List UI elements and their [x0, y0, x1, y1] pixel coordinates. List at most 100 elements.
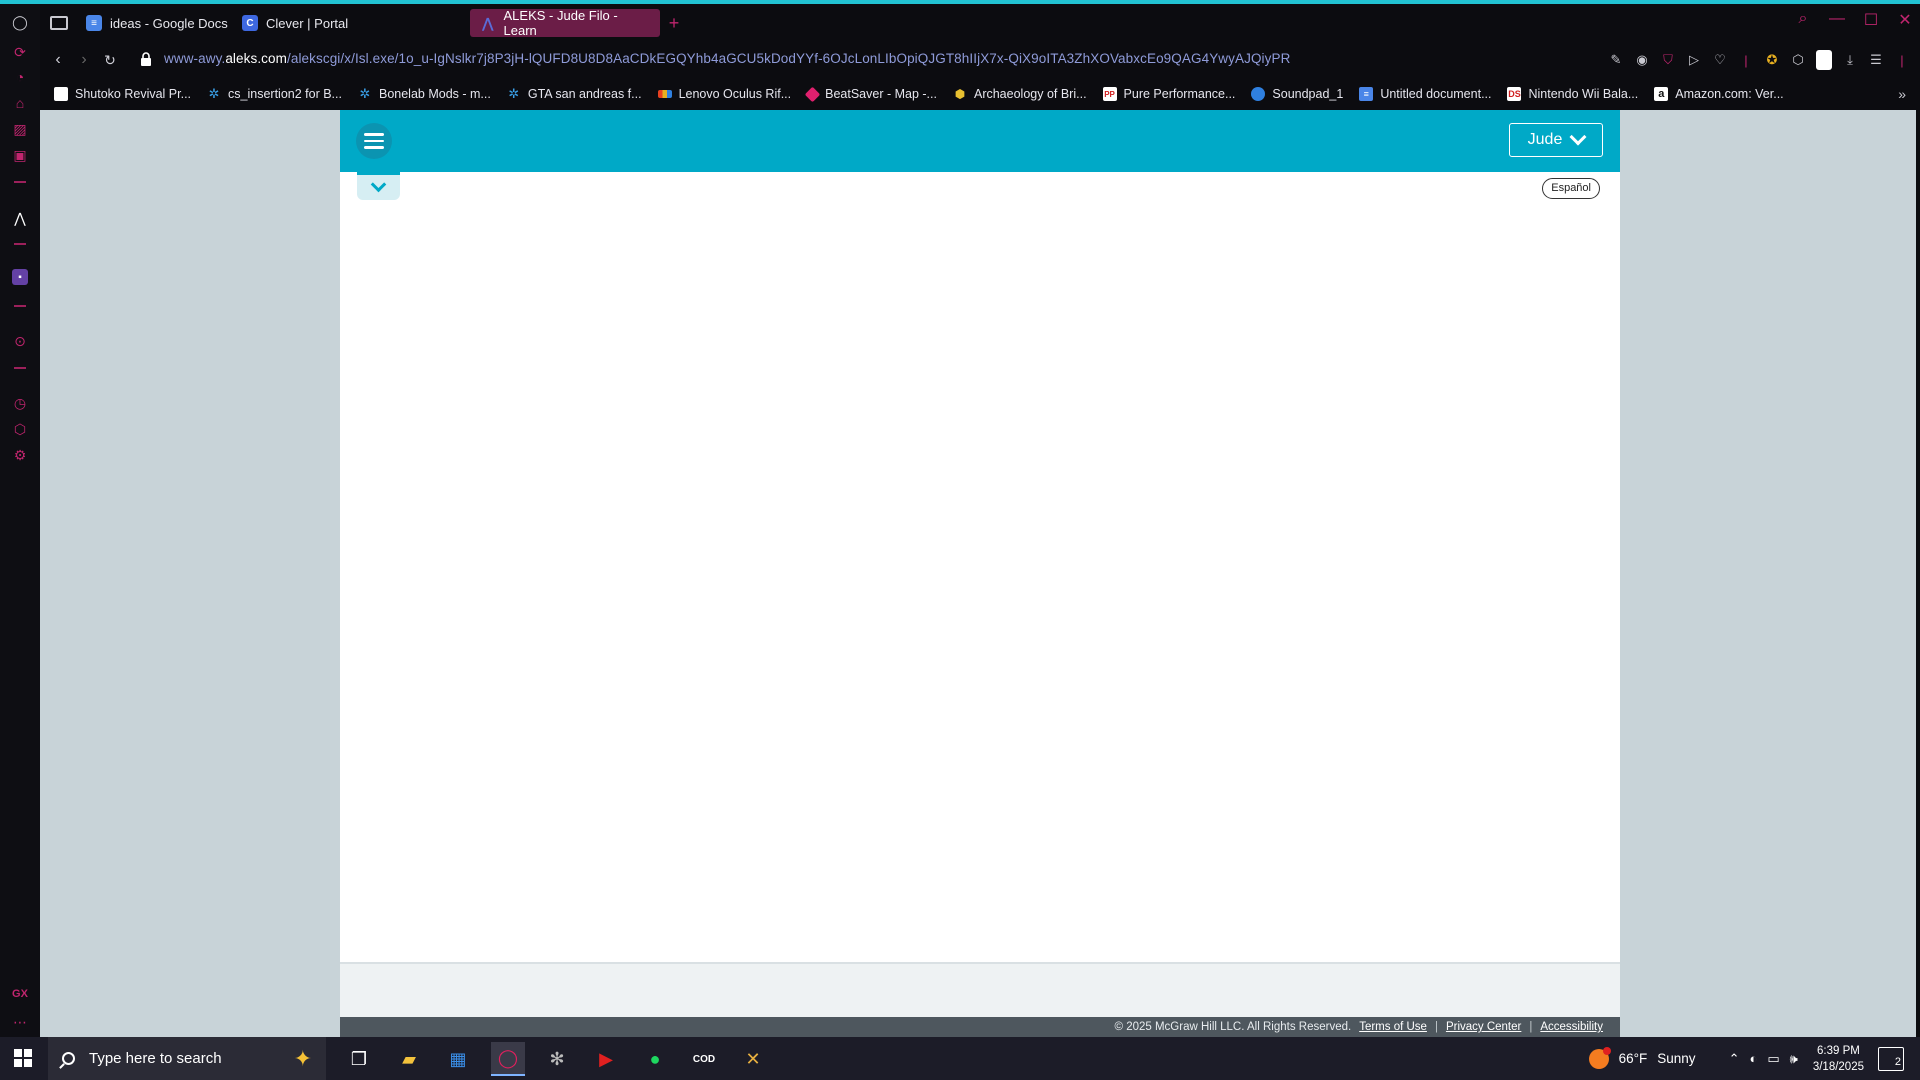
news-icon[interactable]: ▨ [10, 119, 30, 139]
twitch-icon[interactable]: ▪ [12, 269, 28, 285]
divider-icon: | [1744, 52, 1748, 68]
settings-gear-icon[interactable]: ⚙ [10, 445, 30, 465]
beatsaver-icon [804, 86, 821, 102]
sidebar-divider [14, 367, 26, 369]
notification-center-icon[interactable]: 2 [1878, 1046, 1904, 1071]
file-explorer-icon[interactable]: ▰ [392, 1042, 426, 1076]
bookmark-item[interactable]: ⬢ Archaeology of Bri... [953, 87, 1087, 101]
bookmark-item[interactable]: ✲ cs_insertion2 for B... [207, 86, 342, 101]
weather-desc[interactable]: Sunny [1657, 1051, 1695, 1066]
bookmark-item[interactable]: a Amazon.com: Ver... [1654, 87, 1784, 101]
tab-clever-portal[interactable]: C Clever | Portal [232, 9, 358, 37]
player-icon[interactable]: ⊙ [10, 331, 30, 351]
footer-separator: | [1529, 1021, 1533, 1033]
tab-label: Clever | Portal [266, 15, 349, 31]
content-footer-area [340, 962, 1620, 1017]
chevron-up-icon[interactable]: ⌃ [1729, 1051, 1740, 1067]
player-play-icon[interactable]: ▷ [1686, 52, 1702, 68]
bookmark-item[interactable]: Lenovo Oculus Rif... [657, 87, 791, 101]
browser-sidebar: ◯ ⟳ ◔ ⌂ ▨ ▣ ⋀ ▪ ⊙ ◷ ⬡ ⚙ GX ⋯ [0, 4, 40, 1037]
back-icon[interactable]: ‹ [48, 50, 68, 70]
tab-google-docs[interactable]: ≡ ideas - Google Docs [76, 9, 238, 37]
weather-sun-icon[interactable] [1588, 1046, 1611, 1069]
aleks-sidebar-icon[interactable]: ⋀ [10, 208, 30, 228]
tab-label: ideas - Google Docs [110, 15, 228, 31]
taskbar-search-input[interactable]: Type here to search ✦ [48, 1037, 326, 1080]
user-menu-button[interactable]: Jude [1509, 123, 1603, 157]
copilot-sparkle-icon[interactable]: ✦ [294, 1046, 312, 1072]
extensions-icon[interactable]: ⬡ [10, 419, 30, 439]
bookmark-item[interactable]: ✲ GTA san andreas f... [507, 86, 641, 101]
gaming-icon[interactable]: ⌂ [10, 93, 30, 113]
clock[interactable]: 6:39 PM 3/18/2025 [1813, 1043, 1864, 1075]
gx-icon[interactable]: GX [10, 988, 30, 1000]
opera-gx-taskbar-icon[interactable]: ◯ [491, 1042, 525, 1076]
bookmark-item[interactable]: DS Nintendo Wii Bala... [1507, 87, 1638, 101]
weather-temp[interactable]: 66°F [1619, 1051, 1648, 1066]
app-gear-icon[interactable]: ✻ [540, 1042, 574, 1076]
more-options-icon[interactable]: ⋯ [10, 1014, 30, 1031]
bookmark-label: Shutoko Revival Pr... [75, 87, 192, 101]
minimize-icon[interactable]: — [1828, 10, 1846, 30]
extension-cube-icon[interactable]: ⬡ [1790, 52, 1806, 68]
snapshot-camera-icon[interactable]: ◉ [1634, 52, 1650, 68]
forward-icon[interactable]: › [74, 50, 94, 70]
url-field[interactable]: www-awy.aleks.com/alekscgi/x/Isl.exe/1o_… [164, 51, 1290, 66]
tab-label: ALEKS - Jude Filo - Learn [503, 8, 618, 38]
history-icon[interactable]: ◷ [10, 393, 30, 413]
edit-icon[interactable]: ✎ [1608, 52, 1624, 68]
search-icon [62, 1052, 75, 1065]
sidebar-divider [14, 305, 26, 307]
soundpad-icon [1251, 87, 1266, 101]
speed-dial-icon[interactable]: ◔ [10, 67, 30, 87]
windows-start-icon[interactable] [14, 1049, 32, 1067]
bookmark-item[interactable]: Shutoko Revival Pr... [54, 87, 191, 101]
close-icon[interactable]: ✕ [1896, 10, 1914, 30]
terms-of-use-link[interactable]: Terms of Use [1359, 1021, 1427, 1033]
bookmark-label: Bonelab Mods - m... [378, 87, 491, 101]
easy-setup-icon[interactable]: ☰ [1868, 52, 1884, 68]
accessibility-link[interactable]: Accessibility [1540, 1021, 1603, 1033]
bookmark-item[interactable]: PP Pure Performance... [1102, 87, 1235, 101]
expand-drawer-button[interactable] [357, 172, 400, 200]
opera-logo-icon[interactable]: ◯ [10, 12, 30, 32]
download-icon[interactable]: ⤓ [1842, 52, 1858, 68]
profile-avatar[interactable] [1816, 50, 1832, 70]
reload-icon[interactable]: ↻ [100, 50, 120, 70]
bookmark-item[interactable]: BeatSaver - Map -... [804, 86, 937, 102]
bookmark-label: Soundpad_1 [1272, 87, 1344, 101]
new-tab-button[interactable]: + [666, 14, 682, 32]
privacy-center-link[interactable]: Privacy Center [1446, 1021, 1521, 1033]
xbox-icon[interactable]: ✕ [736, 1042, 770, 1076]
tab-switcher-icon[interactable] [50, 16, 68, 30]
bookmark-item[interactable]: Soundpad_1 [1251, 87, 1343, 101]
tab-search-icon[interactable]: ⌕ [1794, 10, 1812, 30]
network-icon[interactable]: ▭ [1767, 1051, 1779, 1067]
clock-date: 3/18/2025 [1812, 1060, 1864, 1073]
gx-corner-icon[interactable]: ▣ [10, 145, 30, 165]
task-view-icon[interactable]: ❐ [342, 1042, 376, 1076]
microsoft-store-icon[interactable]: ▦ [441, 1042, 475, 1076]
spotify-icon[interactable]: ● [638, 1042, 672, 1076]
language-toggle-button[interactable]: Español [1542, 178, 1600, 199]
bookmarks-overflow-icon[interactable]: » [1898, 86, 1906, 102]
camera-icon[interactable]: ◐ [1749, 1051, 1757, 1066]
bookmark-item[interactable]: ≡ Untitled document... [1359, 87, 1491, 101]
call-of-duty-icon[interactable]: COD [687, 1042, 721, 1076]
url-domain: aleks.com [225, 51, 287, 66]
heart-icon[interactable]: ♡ [1712, 52, 1728, 68]
bookmark-label: Archaeology of Bri... [973, 87, 1087, 101]
menu-hamburger-icon[interactable] [356, 123, 392, 159]
legal-footer: © 2025 McGraw Hill LLC. All Rights Reser… [340, 1017, 1620, 1037]
youtube-icon[interactable]: ▶ [589, 1042, 623, 1076]
user-name: Jude [1527, 131, 1563, 148]
vpn-shield-icon[interactable]: ⛉ [1660, 52, 1676, 68]
maximize-icon[interactable]: ☐ [1862, 10, 1880, 30]
tab-aleks[interactable]: ⋀ ALEKS - Jude Filo - Learn [470, 8, 660, 38]
aleks-page: Jude Español © 2025 McGraw Hill LLC. All… [340, 110, 1620, 1037]
lock-icon [141, 52, 151, 66]
bookmark-item[interactable]: ✲ Bonelab Mods - m... [358, 86, 491, 101]
volume-icon[interactable]: 🕪 [1790, 1051, 1798, 1067]
sync-icon[interactable]: ⟳ [10, 42, 30, 62]
gx-medal-icon[interactable]: ✪ [1764, 52, 1780, 68]
